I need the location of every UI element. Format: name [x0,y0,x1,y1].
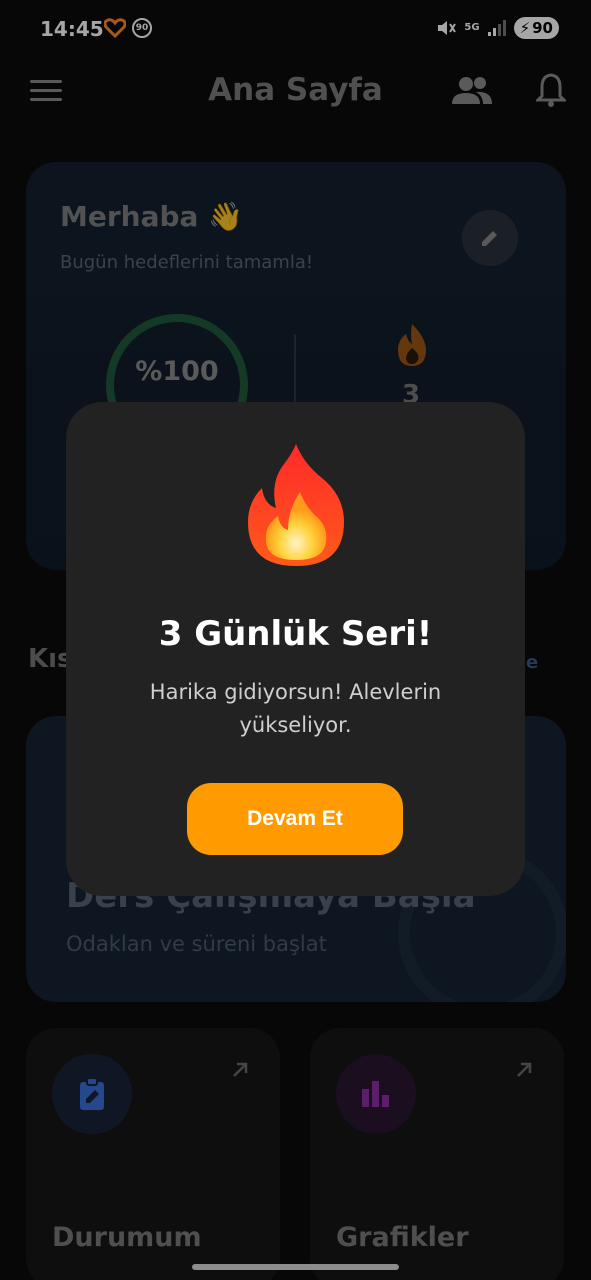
streak-dialog: 3 Günlük Seri! Harika gidiyorsun! Alevle… [66,402,525,896]
fire-icon [244,442,348,572]
dialog-message: Harika gidiyorsun! Alevlerin yükseliyor. [149,680,442,737]
dialog-title: 3 Günlük Seri! [158,614,433,654]
continue-button[interactable]: Devam Et [187,783,403,855]
home-indicator[interactable] [192,1264,399,1270]
